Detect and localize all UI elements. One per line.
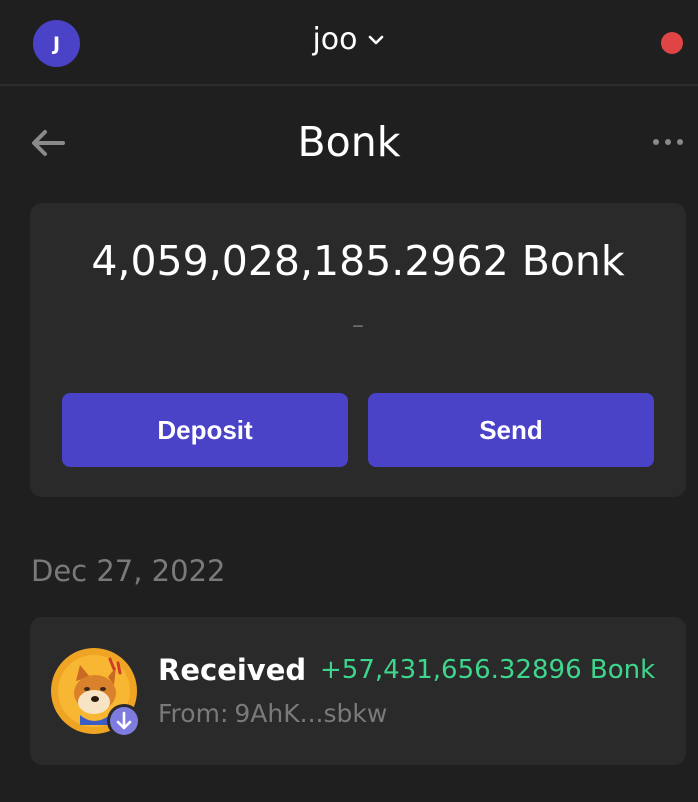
more-horizontal-icon[interactable] xyxy=(652,132,684,152)
activity-date-heading: Dec 27, 2022 xyxy=(31,554,226,588)
wallet-name: joo xyxy=(312,22,358,57)
token-balance: 4,059,028,185.2962 Bonk xyxy=(91,237,625,285)
transaction-type: Received xyxy=(158,653,307,687)
send-button[interactable]: Send xyxy=(368,393,654,467)
wallet-switcher[interactable]: joo xyxy=(279,22,419,57)
connection-status-dot[interactable] xyxy=(661,32,683,54)
transaction-source: From: 9AhK...sbkw xyxy=(158,699,387,728)
transaction-from-label: From: xyxy=(158,699,229,728)
transaction-from-address: 9AhK...sbkw xyxy=(234,699,388,728)
transaction-row[interactable]: Received +57,431,656.32896 Bonk From: 9Ah… xyxy=(30,617,686,765)
arrow-down-icon xyxy=(107,704,141,738)
page-title: Bonk xyxy=(297,118,401,166)
fiat-balance: – xyxy=(352,311,364,339)
avatar-initial: J xyxy=(52,32,61,55)
top-bar: J joo xyxy=(0,0,698,86)
app-window: J joo Bonk 4,059,028,185.2962 Bonk – Dep… xyxy=(0,0,698,802)
avatar[interactable]: J xyxy=(33,20,80,67)
chevron-down-icon xyxy=(368,35,383,44)
transaction-amount: +57,431,656.32896 Bonk xyxy=(320,655,656,685)
balance-card: 4,059,028,185.2962 Bonk – Deposit Send xyxy=(30,203,686,497)
deposit-button[interactable]: Deposit xyxy=(62,393,348,467)
